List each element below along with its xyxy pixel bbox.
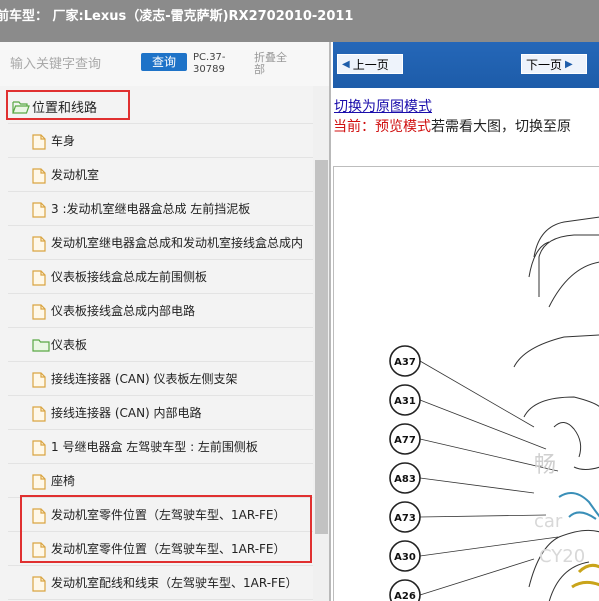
- connector-callout[interactable]: A83: [389, 462, 421, 494]
- connector-callout[interactable]: A77: [389, 423, 421, 455]
- tree-item[interactable]: 接线连接器 (CAN) 仪表板左侧支架: [8, 362, 313, 396]
- document-icon: [32, 303, 48, 320]
- search-bar: 查询 PC.37-30789 折叠全部: [0, 42, 329, 86]
- tree-item[interactable]: 接线连接器 (CAN) 内部电路: [8, 396, 313, 430]
- prev-page-button[interactable]: ◀ 上一页: [337, 54, 403, 74]
- tree-item[interactable]: 发动机室: [8, 158, 313, 192]
- document-icon: [32, 507, 48, 524]
- document-icon: [32, 235, 48, 252]
- tree-item-label: 1 号继电器盒 左驾驶车型 : 左前围侧板: [51, 440, 258, 454]
- tree-item-label: 仪表板: [51, 338, 88, 352]
- folder-open-icon: [12, 100, 30, 114]
- connector-callout[interactable]: A73: [389, 501, 421, 533]
- tree-item-label: 发动机室: [51, 168, 100, 182]
- left-arrow-icon: ◀: [342, 58, 350, 70]
- tree-item[interactable]: 座椅: [8, 464, 313, 498]
- tree-item[interactable]: 车身: [8, 124, 313, 158]
- connector-callout[interactable]: A31: [389, 384, 421, 416]
- viewer-panel: ◀ 上一页 下一页 ▶ 切换为原图模式 当前：预览模式若需看大图，切换至原 A3…: [333, 42, 599, 601]
- tree-item-label: 接线连接器 (CAN) 仪表板左侧支架: [51, 372, 238, 386]
- tree-view: 位置和线路车身发动机室 3 :发动机室继电器盒总成 左前挡泥板发动机室继电器盒总成…: [8, 90, 313, 600]
- tree-item-label: 座椅: [51, 474, 76, 488]
- tree-item-label: 车身: [51, 134, 76, 148]
- document-icon: [32, 133, 48, 150]
- tree-item[interactable]: 3 :发动机室继电器盒总成 左前挡泥板: [8, 192, 313, 226]
- connector-callout[interactable]: A37: [389, 345, 421, 377]
- tree-item-label: 发动机室配线和线束（左驾驶车型、1AR-FE）: [51, 576, 298, 590]
- document-icon: [32, 201, 48, 218]
- tree-scrollbar[interactable]: [313, 86, 329, 601]
- tree-item[interactable]: 发动机室零件位置（左驾驶车型、1AR-FE）: [8, 532, 313, 566]
- scroll-thumb[interactable]: [315, 160, 328, 534]
- mode-status: 当前：预览模式若需看大图，切换至原: [333, 116, 571, 136]
- watermark-line-2: car: [534, 511, 563, 532]
- connector-label: A30: [394, 552, 416, 563]
- document-icon: [32, 541, 48, 558]
- search-input[interactable]: [10, 54, 136, 74]
- tree-item[interactable]: 发动机室零件位置（左驾驶车型、1AR-FE）: [8, 498, 313, 532]
- pc-code-label: PC.37-30789: [193, 52, 226, 75]
- connector-leader-line: [419, 477, 535, 494]
- connector-leader-lines: [419, 360, 559, 596]
- tree-item[interactable]: 仪表板接线盒总成左前围侧板: [8, 260, 313, 294]
- connector-callout[interactable]: A30: [389, 540, 421, 572]
- connector-callouts: A37 A31 A77 A83 A73 A30 A26: [389, 345, 421, 601]
- tree-item[interactable]: 仪表板: [8, 328, 313, 362]
- connector-leader-line: [419, 536, 559, 557]
- tree-item-label: 3 :发动机室继电器盒总成 左前挡泥板: [51, 202, 251, 216]
- connector-label: A31: [394, 396, 416, 407]
- wiring-diagram[interactable]: A37 A31 A77 A83 A73 A30 A26 畅 car CY20: [333, 166, 599, 601]
- connector-label: A26: [394, 591, 416, 601]
- connector-label: A77: [394, 435, 416, 446]
- tree-item-label: 位置和线路: [32, 101, 98, 116]
- tree-item[interactable]: 位置和线路: [8, 90, 313, 124]
- tree-item-label: 仪表板接线盒总成内部电路: [51, 304, 196, 318]
- prev-page-label: 上一页: [352, 57, 389, 72]
- folder-icon: [32, 338, 50, 352]
- connector-leader-line: [419, 514, 547, 518]
- connector-leader-line: [419, 399, 547, 450]
- tree-item-label: 发动机室零件位置（左驾驶车型、1AR-FE）: [51, 508, 286, 522]
- collapse-all-button[interactable]: 折叠全部: [254, 52, 296, 76]
- watermark-line-1: 畅: [534, 453, 556, 478]
- document-icon: [32, 371, 48, 388]
- wiring-diagram-svg: A37 A31 A77 A83 A73 A30 A26 畅 car CY20: [389, 216, 599, 601]
- connector-callout[interactable]: A26: [389, 579, 421, 601]
- document-icon: [32, 473, 48, 490]
- tree-item-label: 发动机室继电器盒总成和发动机室接线盒总成内: [51, 236, 304, 250]
- mode-current: 当前：预览模式: [333, 119, 431, 135]
- document-icon: [32, 167, 48, 184]
- query-button[interactable]: 查询: [141, 53, 187, 71]
- toggle-original-mode-link[interactable]: 切换为原图模式: [334, 96, 432, 116]
- tree-item[interactable]: 仪表板接线盒总成内部电路: [8, 294, 313, 328]
- connector-label: A83: [394, 474, 416, 485]
- connector-label: A73: [394, 513, 416, 524]
- left-panel: 查询 PC.37-30789 折叠全部 位置和线路车身发动机室 3 :发动机室继电…: [0, 42, 331, 601]
- tree-item[interactable]: 发动机室继电器盒总成和发动机室接线盒总成内: [8, 226, 313, 260]
- tree-item-label: 仪表板接线盒总成左前围侧板: [51, 270, 208, 284]
- tree-item-label: 接线连接器 (CAN) 内部电路: [51, 406, 202, 420]
- document-icon: [32, 405, 48, 422]
- tree-item[interactable]: 发动机室配线和线束（左驾驶车型、1AR-FE）: [8, 566, 313, 600]
- connector-label: A37: [394, 357, 416, 368]
- tree-item-label: 发动机室零件位置（左驾驶车型、1AR-FE）: [51, 542, 286, 556]
- document-icon: [32, 575, 48, 592]
- window-title-bar: 前车型： 厂家:Lexus（凌志-雷克萨斯)RX2702010-2011: [0, 0, 599, 42]
- mode-hint: 若需看大图，切换至原: [431, 119, 571, 135]
- connector-leader-line: [419, 558, 535, 596]
- watermark-line-3: CY20: [539, 546, 585, 567]
- window-title: 前车型： 厂家:Lexus（凌志-雷克萨斯)RX2702010-2011: [0, 9, 354, 24]
- document-icon: [32, 269, 48, 286]
- tree-item[interactable]: 1 号继电器盒 左驾驶车型 : 左前围侧板: [8, 430, 313, 464]
- page-nav-bar: ◀ 上一页 下一页 ▶: [333, 42, 599, 88]
- next-page-button[interactable]: 下一页 ▶: [521, 54, 587, 74]
- right-arrow-icon: ▶: [565, 58, 573, 70]
- connector-leader-line: [419, 360, 535, 428]
- next-page-label: 下一页: [526, 57, 563, 72]
- document-icon: [32, 439, 48, 456]
